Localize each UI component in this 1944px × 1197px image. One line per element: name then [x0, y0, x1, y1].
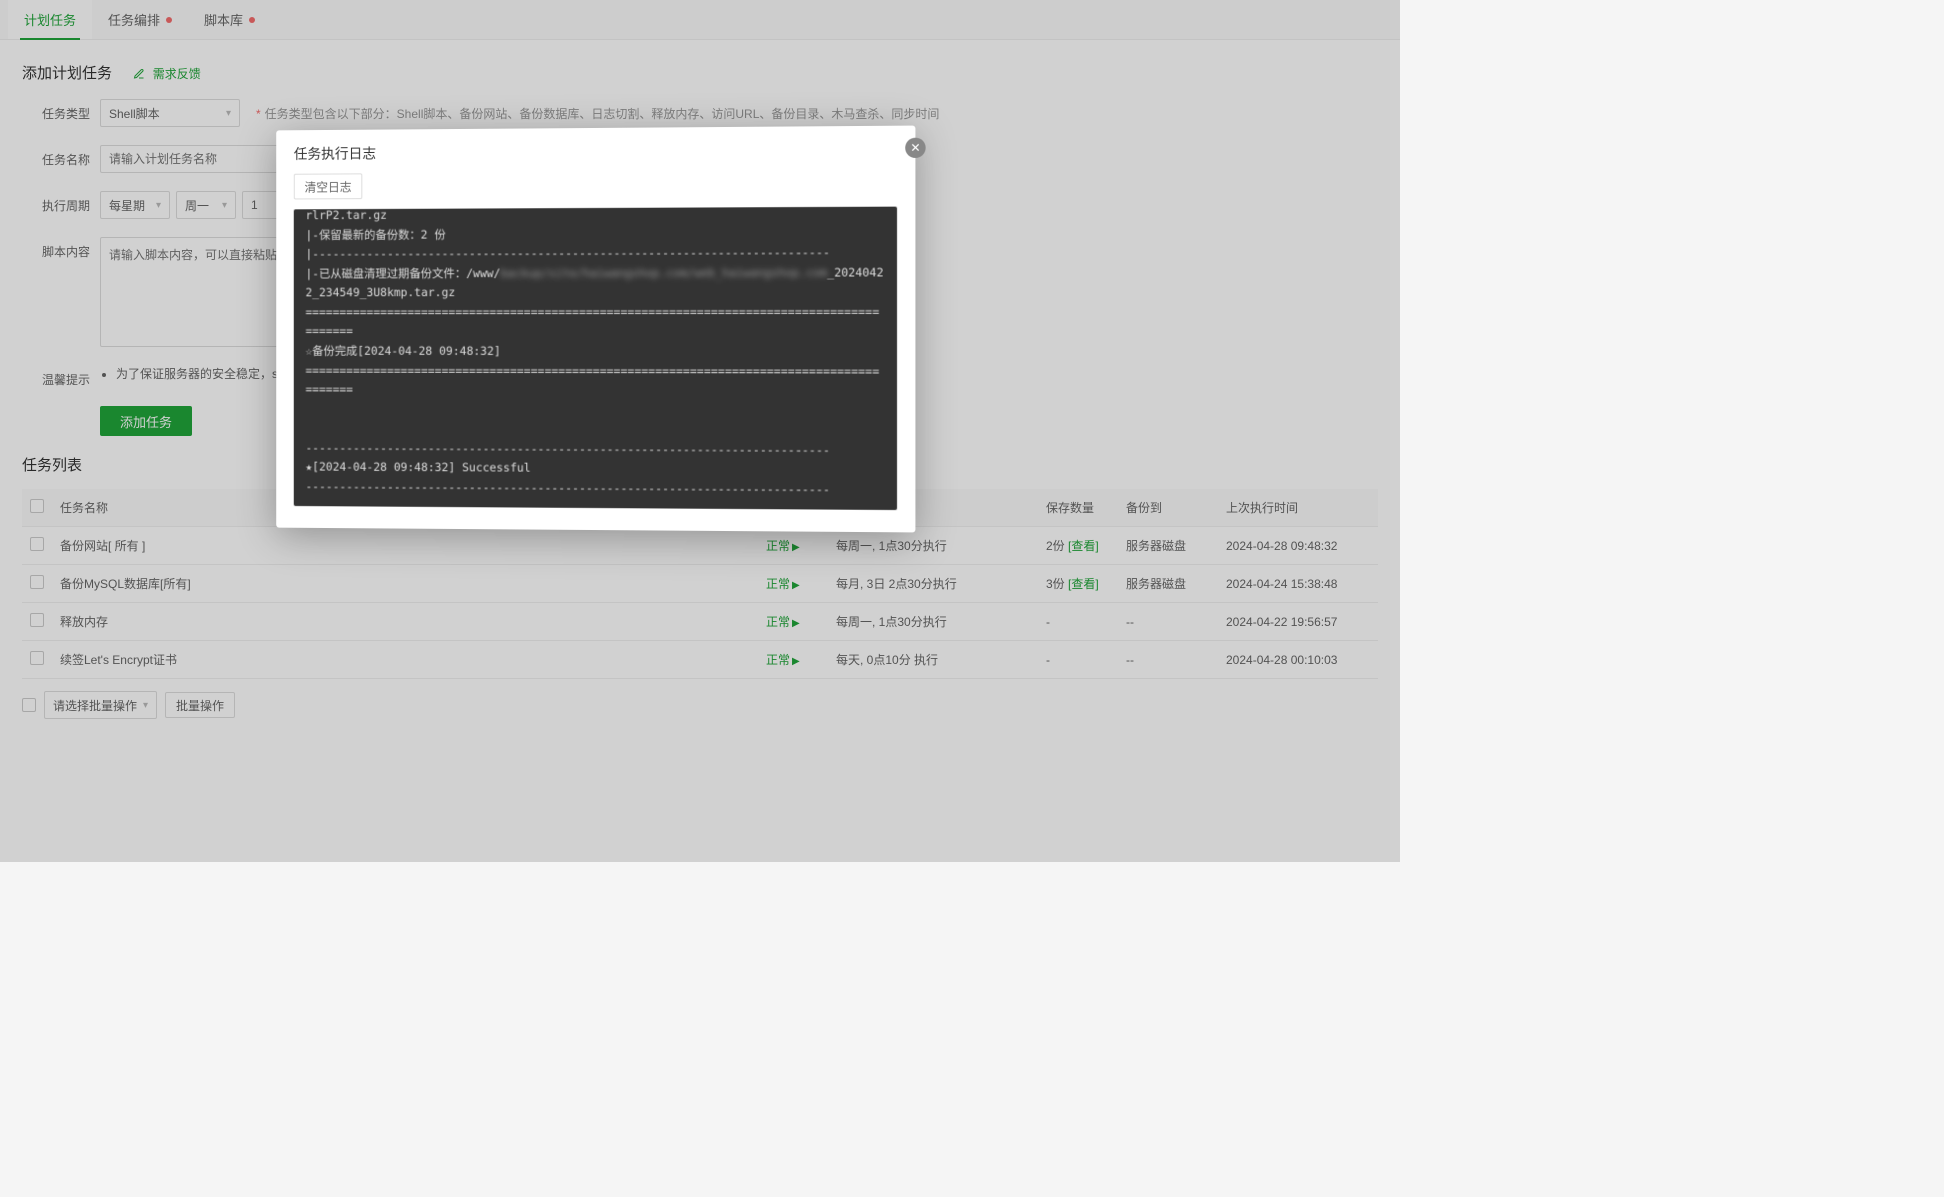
modal-title: 任务执行日志: [294, 144, 376, 164]
clear-log-button[interactable]: 清空日志: [294, 173, 363, 199]
log-modal: 任务执行日志 ✕ 清空日志 |-分区/可用磁盘空间为：64.35 GB, 可用I…: [276, 126, 915, 533]
log-console[interactable]: |-分区/可用磁盘空间为：64.35 GB, 可用Inode为：5018477|…: [294, 207, 897, 510]
close-icon[interactable]: ✕: [905, 138, 925, 158]
